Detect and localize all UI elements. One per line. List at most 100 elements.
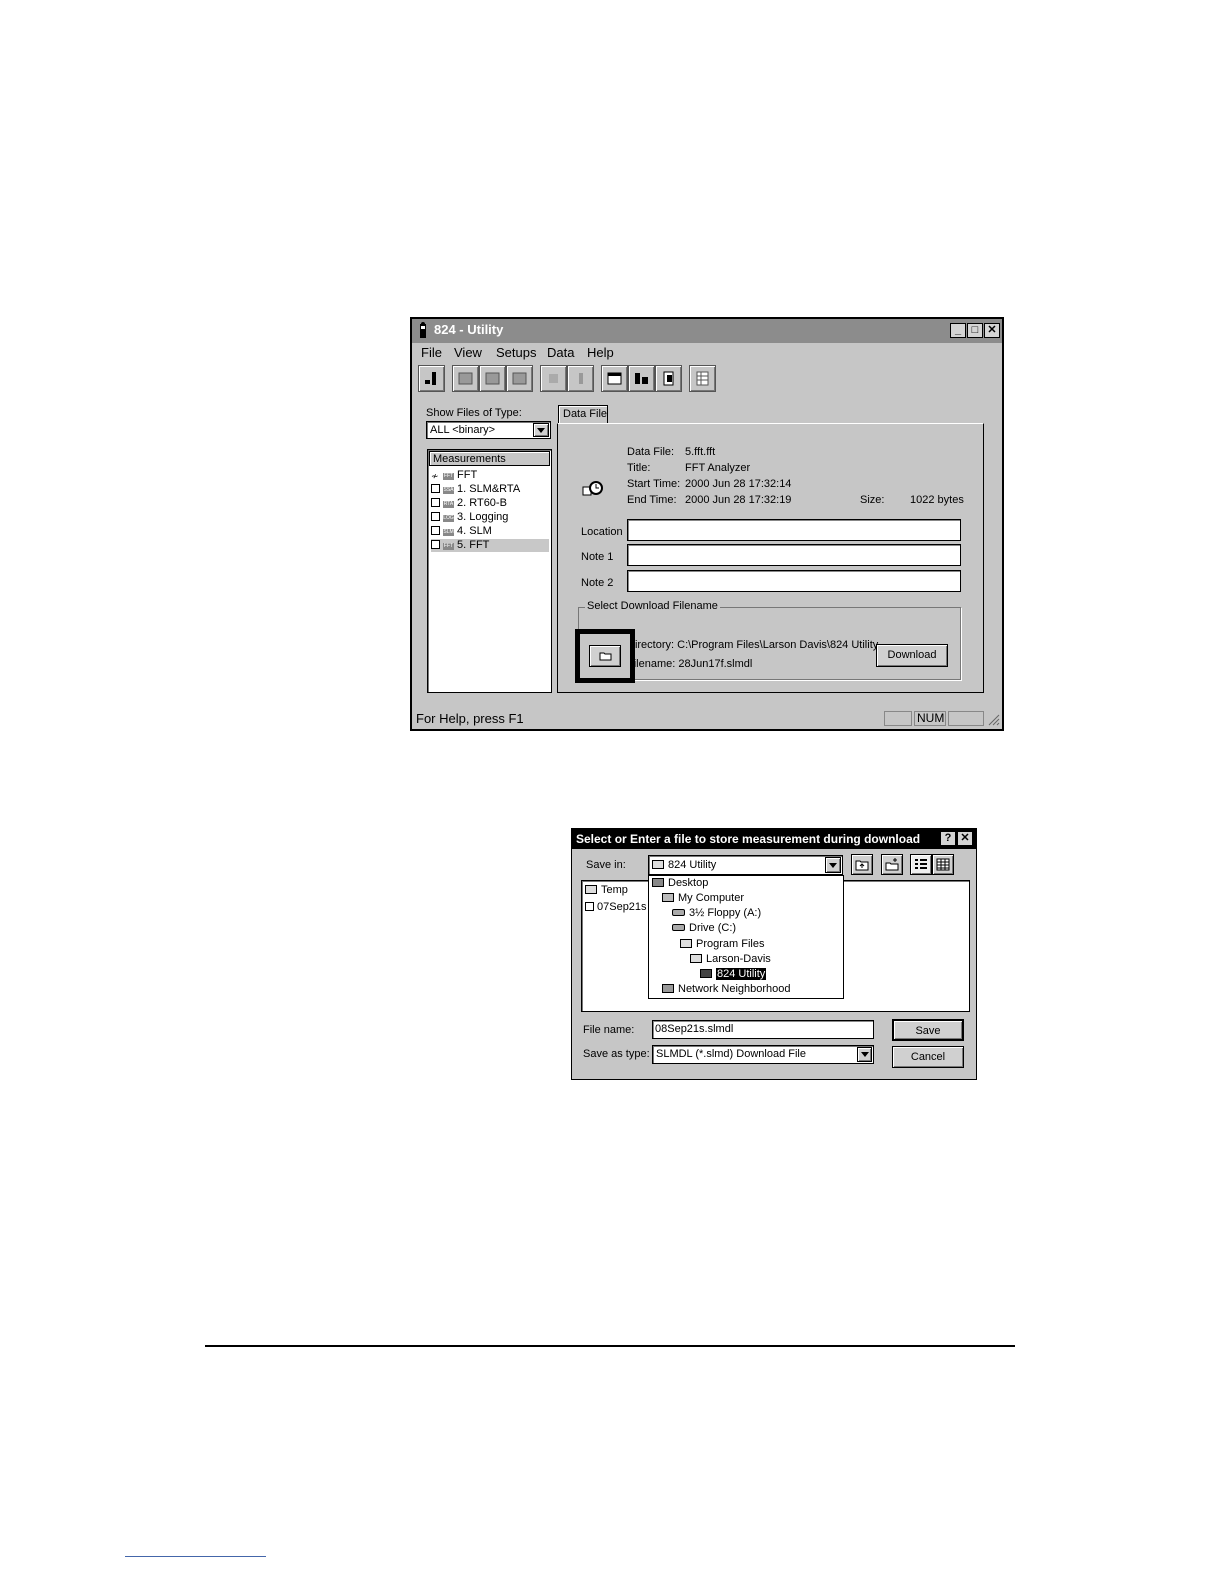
save-as-type-dropdown-button[interactable] <box>857 1047 872 1062</box>
send-setup-button[interactable] <box>567 365 594 392</box>
dialog-title: Select or Enter a file to store measurem… <box>576 832 921 846</box>
note1-input[interactable] <box>627 544 961 566</box>
group-label: Select Download Filename <box>585 600 720 612</box>
note1-label: Note 1 <box>581 551 614 563</box>
tab-label: Data File <box>563 408 608 420</box>
note2-input[interactable] <box>627 570 961 592</box>
size-label: Size: <box>860 494 885 506</box>
dropdown-item-824-utility[interactable]: 824 Utility <box>700 967 767 982</box>
list-view-button[interactable] <box>910 854 932 875</box>
title-bar[interactable]: 824 - Utility _ □ ✕ <box>412 319 1002 343</box>
save-as-type-select[interactable]: SLMDL (*.slmd) Download File <box>652 1045 874 1064</box>
directory-value: C:\Program Files\Larson Davis\824 Utilit… <box>677 639 879 651</box>
app-meter-icon <box>420 322 426 338</box>
open-folder-icon <box>700 969 712 978</box>
setup-button-1[interactable] <box>452 365 479 392</box>
dialog-title-bar[interactable]: Select or Enter a file to store measurem… <box>572 829 976 849</box>
list-item[interactable]: RTA 2. RT60-B <box>431 497 507 510</box>
type-badge: RTA <box>443 501 454 508</box>
data-list-button[interactable] <box>601 365 628 392</box>
close-button[interactable]: ✕ <box>984 323 1000 338</box>
location-label: Location <box>581 526 623 538</box>
chevron-down-icon <box>861 1052 869 1057</box>
measurements-header[interactable]: Measurements <box>429 451 550 466</box>
folder-icon <box>585 885 597 894</box>
menu-file[interactable]: File <box>421 345 442 360</box>
details-view-button[interactable] <box>932 854 954 875</box>
dropdown-item-drive-c[interactable]: Drive (C:) <box>672 921 736 936</box>
dropdown-item-label: Network Neighborhood <box>678 983 791 995</box>
data-file-panel: Data File: 5.fft.fft Title: FFT Analyzer… <box>557 423 984 693</box>
utility-window: 824 - Utility _ □ ✕ File View Setups Dat… <box>410 317 1004 731</box>
save-as-type-label: Save as type: <box>583 1048 650 1060</box>
dropdown-item-desktop[interactable]: Desktop <box>652 876 708 891</box>
save-in-value: 824 Utility <box>668 859 717 871</box>
meter-arrow-icon <box>579 373 583 384</box>
minimize-button[interactable]: _ <box>950 323 966 338</box>
list-item[interactable]: Temp <box>585 883 628 898</box>
file-name-value: 08Sep21s.slmdl <box>655 1023 734 1035</box>
dropdown-item-label: Drive (C:) <box>689 922 737 934</box>
list-item[interactable]: SSA 1. SLM&RTA <box>431 483 520 496</box>
list-item[interactable]: SLM 4. SLM <box>431 525 492 538</box>
maximize-button[interactable]: □ <box>967 323 983 338</box>
chevron-down-icon <box>829 863 837 868</box>
dropdown-item-program-files[interactable]: Program Files <box>680 937 764 952</box>
list-item-label: 2. RT60-B <box>457 497 507 509</box>
dialog-close-button[interactable]: ✕ <box>957 831 973 846</box>
dropdown-item-my-computer[interactable]: My Computer <box>662 891 744 906</box>
list-item-selected[interactable]: FFT 5. FFT <box>431 539 549 552</box>
download-data-button[interactable] <box>628 365 655 392</box>
save-in-dropdown-button[interactable] <box>825 857 841 873</box>
menu-view[interactable]: View <box>454 345 482 360</box>
details-view-icon <box>936 858 950 871</box>
save-in-label: Save in: <box>586 859 626 871</box>
save-in-dropdown-list[interactable]: Desktop My Computer 3½ Floppy (A:) Drive… <box>648 875 844 999</box>
show-files-dropdown-button[interactable] <box>533 423 549 437</box>
list-item-label: 4. SLM <box>457 525 492 537</box>
floppy-drive-icon <box>672 909 685 916</box>
show-files-value: ALL <binary> <box>430 424 496 436</box>
list-item[interactable]: LOG 3. Logging <box>431 511 508 524</box>
save-in-select[interactable]: 824 Utility <box>648 855 843 875</box>
dropdown-item-floppy[interactable]: 3½ Floppy (A:) <box>672 906 761 921</box>
help-button[interactable]: ? <box>940 831 956 846</box>
footer-rule <box>125 1556 266 1557</box>
show-files-select[interactable]: ALL <binary> <box>426 421 551 439</box>
measurements-list[interactable]: Measurements ≁ FFT FFT SSA 1. SLM&RTA RTA 2.… <box>427 449 552 693</box>
connect-meter-button[interactable] <box>418 365 445 392</box>
save-setup-button[interactable] <box>540 365 567 392</box>
save-button[interactable]: Save <box>892 1019 964 1041</box>
new-folder-button[interactable] <box>881 854 903 875</box>
browse-folder-button[interactable] <box>589 645 621 667</box>
page-divider <box>205 1345 1015 1347</box>
tab-data-file[interactable]: Data File <box>558 405 608 423</box>
resize-grip-icon[interactable] <box>988 714 1000 726</box>
filename-value: 28Jun17f.slmdl <box>678 658 753 670</box>
cancel-button[interactable]: Cancel <box>892 1046 964 1068</box>
dropdown-item-label: Desktop <box>668 877 709 889</box>
file-name-input[interactable]: 08Sep21s.slmdl <box>652 1020 874 1039</box>
dropdown-item-network[interactable]: Network Neighborhood <box>662 982 791 997</box>
menu-data[interactable]: Data <box>547 345 574 360</box>
dropdown-item-label: 824 Utility <box>716 968 767 980</box>
menu-help[interactable]: Help <box>587 345 614 360</box>
new-folder-icon <box>885 858 899 871</box>
data-file-label: Data File: <box>627 446 675 458</box>
file-icon <box>431 484 440 493</box>
dropdown-item-larson-davis[interactable]: Larson-Davis <box>690 952 771 967</box>
file-name-label: File name: <box>583 1024 635 1036</box>
desktop-icon <box>652 878 664 887</box>
save-in-display: 824 Utility <box>652 859 716 871</box>
menu-setups[interactable]: Setups <box>496 345 536 360</box>
file-icon <box>431 526 440 535</box>
setup-button-2[interactable] <box>479 365 506 392</box>
download-button[interactable]: Download <box>876 644 948 667</box>
list-item[interactable]: 07Sep21s <box>585 900 647 915</box>
list-item[interactable]: ≁ FFT FFT <box>431 469 477 482</box>
setup-button-3[interactable] <box>506 365 533 392</box>
report-button[interactable] <box>655 365 682 392</box>
location-input[interactable] <box>627 519 961 541</box>
spreadsheet-button[interactable] <box>689 365 716 392</box>
up-one-level-button[interactable] <box>851 854 873 875</box>
